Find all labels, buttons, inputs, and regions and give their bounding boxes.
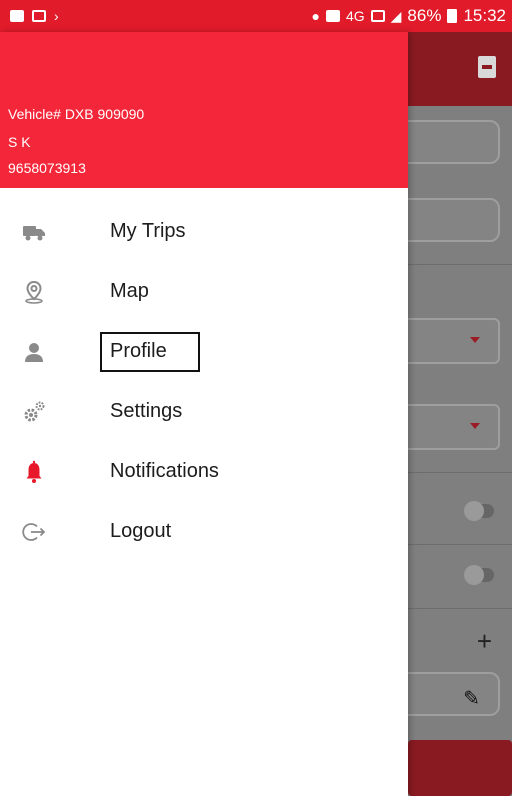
location-icon: ●: [311, 8, 320, 24]
menu-item-logout[interactable]: Logout: [0, 508, 408, 558]
menu-item-label: Settings: [110, 400, 183, 422]
signal-icon: ◢: [390, 8, 402, 24]
photo-icon: [10, 10, 24, 22]
menu-item-label: Profile: [110, 340, 167, 362]
menu-item-my-trips[interactable]: My Trips: [0, 208, 408, 258]
map-pin-icon: [25, 280, 43, 304]
chevron-down-icon: [470, 423, 480, 429]
background-bottom-button: [408, 740, 512, 796]
battery-percent: 86%: [407, 6, 442, 25]
menu-item-label: Notifications: [110, 460, 219, 482]
message-icon: [32, 10, 46, 22]
status-bar: › ● 4G ◢ 86% 15:32: [0, 0, 512, 32]
menu-item-notifications[interactable]: Notifications: [0, 448, 408, 498]
gears-icon: [24, 401, 45, 422]
wifi-icon: [370, 10, 385, 22]
menu-item-label: Map: [110, 280, 149, 302]
background-toggle: [464, 565, 494, 585]
chevron-down-icon: [470, 337, 480, 343]
background-input-field: ✎: [408, 672, 500, 716]
background-app: + ✎: [408, 32, 512, 796]
battery-icon: [447, 9, 458, 23]
divider: [408, 472, 512, 473]
pencil-icon: ✎: [463, 688, 480, 710]
divider: [408, 608, 512, 609]
background-dropdown: [408, 404, 500, 450]
sim-icon: [325, 10, 340, 22]
divider: [408, 264, 512, 265]
background-input-field: [408, 198, 500, 242]
bell-icon: [26, 460, 42, 483]
arrow-icon: ›: [54, 8, 59, 24]
driver-phone: 9658073913: [8, 160, 86, 176]
driver-name: S K: [8, 134, 31, 150]
document-export-icon: [478, 56, 496, 78]
vehicle-number: Vehicle# DXB 909090: [8, 106, 145, 122]
menu-item-label: Logout: [110, 520, 172, 542]
menu-item-settings[interactable]: Settings: [0, 388, 408, 438]
person-icon: [25, 343, 43, 362]
navigation-drawer: Vehicle# DXB 909090 S K 9658073913 My Tr…: [0, 32, 408, 796]
background-toggle: [464, 501, 494, 521]
drawer-header: Vehicle# DXB 909090 S K 9658073913: [0, 32, 408, 188]
status-time: 15:32: [463, 6, 506, 25]
network-label: 4G: [345, 8, 365, 24]
background-input-field: [408, 120, 500, 164]
logout-icon: [22, 523, 46, 541]
divider: [408, 544, 512, 545]
plus-icon: +: [476, 626, 492, 656]
menu-item-profile[interactable]: Profile: [0, 328, 408, 378]
menu-item-map[interactable]: Map: [0, 268, 408, 318]
background-dropdown: [408, 318, 500, 364]
menu-item-label: My Trips: [110, 220, 186, 242]
truck-icon: [23, 226, 45, 241]
background-app-header: [408, 32, 512, 106]
